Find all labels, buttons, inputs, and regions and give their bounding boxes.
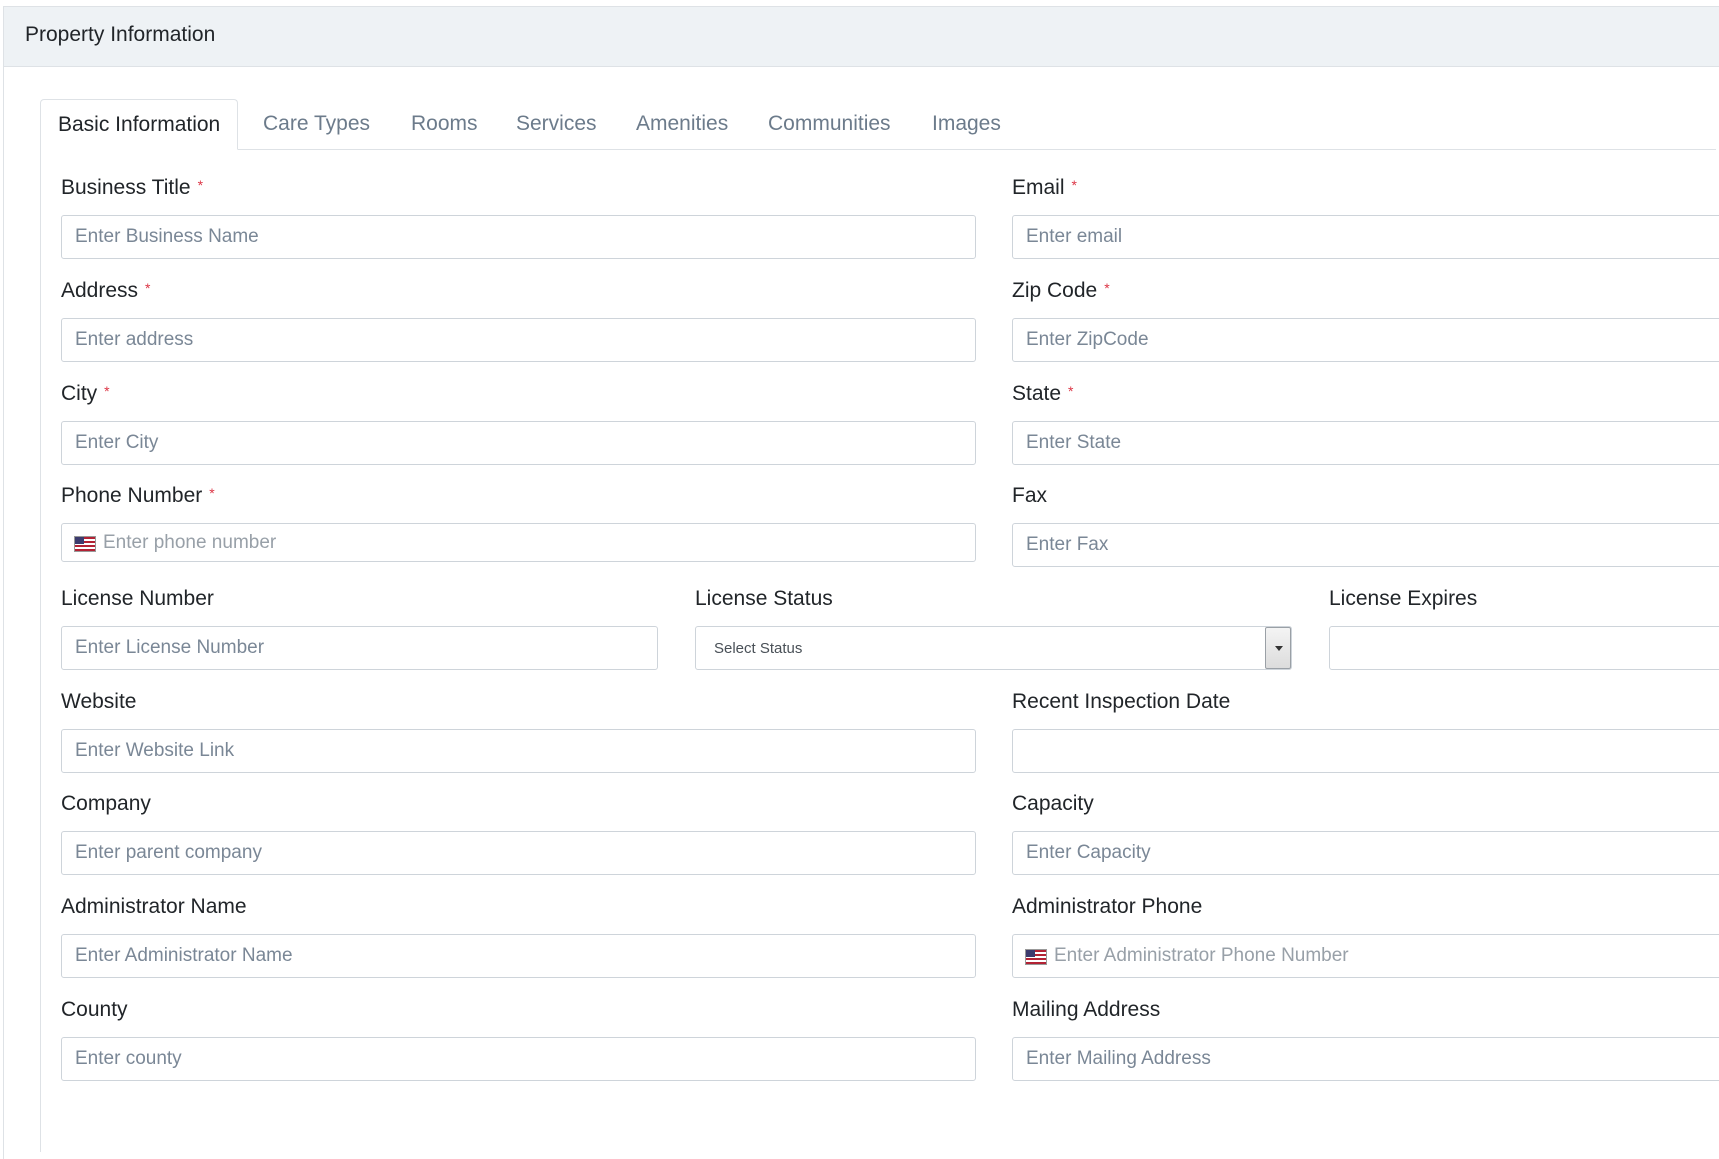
- phone-number-label: Phone Number *: [61, 484, 215, 507]
- capacity-input[interactable]: [1012, 831, 1719, 875]
- business-title-label: Business Title *: [61, 176, 204, 199]
- state-input[interactable]: [1012, 421, 1719, 465]
- email-label: Email *: [1012, 176, 1077, 199]
- license-status-selected: Select Status: [714, 640, 803, 657]
- zip-code-label: Zip Code *: [1012, 279, 1110, 302]
- fax-input[interactable]: [1012, 523, 1719, 567]
- county-label: County: [61, 998, 128, 1021]
- city-input[interactable]: [61, 421, 976, 465]
- license-status-label: License Status: [695, 587, 833, 610]
- license-number-label: License Number: [61, 587, 214, 610]
- business-title-input[interactable]: [61, 215, 976, 259]
- website-input[interactable]: [61, 729, 976, 773]
- fax-label: Fax: [1012, 484, 1048, 507]
- us-flag-icon[interactable]: [1025, 949, 1047, 965]
- tab-amenities[interactable]: Amenities: [636, 99, 728, 149]
- phone-number-input[interactable]: [61, 523, 976, 562]
- license-expires-input[interactable]: [1329, 626, 1719, 670]
- email-input[interactable]: [1012, 215, 1719, 259]
- city-label: City *: [61, 382, 110, 405]
- state-label: State *: [1012, 382, 1074, 405]
- recent-inspection-date-label: Recent Inspection Date: [1012, 690, 1231, 713]
- required-mark: *: [197, 177, 204, 193]
- administrator-phone-group: [1012, 934, 1719, 978]
- page-title: Property Information: [25, 23, 216, 46]
- license-expires-label: License Expires: [1329, 587, 1478, 610]
- administrator-phone-input[interactable]: [1012, 934, 1719, 978]
- tab-care-types[interactable]: Care Types: [263, 99, 370, 149]
- website-label: Website: [61, 690, 137, 713]
- required-mark: *: [1104, 280, 1110, 296]
- required-mark: *: [145, 280, 151, 296]
- recent-inspection-date-input[interactable]: [1012, 729, 1719, 773]
- administrator-name-input[interactable]: [61, 934, 976, 978]
- mailing-address-label: Mailing Address: [1012, 998, 1161, 1021]
- company-input[interactable]: [61, 831, 976, 875]
- card-header: Property Information: [4, 7, 1719, 67]
- administrator-name-label: Administrator Name: [61, 895, 247, 918]
- chevron-down-icon[interactable]: [1265, 627, 1291, 669]
- tab-bar: Basic Information Care Types Rooms Servi…: [40, 99, 1716, 150]
- address-input[interactable]: [61, 318, 976, 362]
- required-mark: *: [1071, 177, 1077, 193]
- tab-rooms[interactable]: Rooms: [411, 99, 478, 149]
- license-status-select[interactable]: Select Status: [695, 626, 1292, 670]
- phone-number-group: [61, 523, 976, 562]
- zip-code-input[interactable]: [1012, 318, 1719, 362]
- license-number-input[interactable]: [61, 626, 658, 670]
- tab-basic-information[interactable]: Basic Information: [40, 99, 239, 150]
- required-mark: *: [104, 383, 110, 399]
- county-input[interactable]: [61, 1037, 976, 1081]
- tab-images[interactable]: Images: [932, 99, 1001, 149]
- mailing-address-input[interactable]: [1012, 1037, 1719, 1081]
- tab-services[interactable]: Services: [516, 99, 597, 149]
- required-mark: *: [209, 485, 215, 501]
- company-label: Company: [61, 792, 151, 815]
- address-label: Address *: [61, 279, 151, 302]
- tab-communities[interactable]: Communities: [768, 99, 891, 149]
- administrator-phone-label: Administrator Phone: [1012, 895, 1203, 918]
- capacity-label: Capacity: [1012, 792, 1094, 815]
- required-mark: *: [1068, 383, 1074, 399]
- us-flag-icon[interactable]: [74, 536, 96, 552]
